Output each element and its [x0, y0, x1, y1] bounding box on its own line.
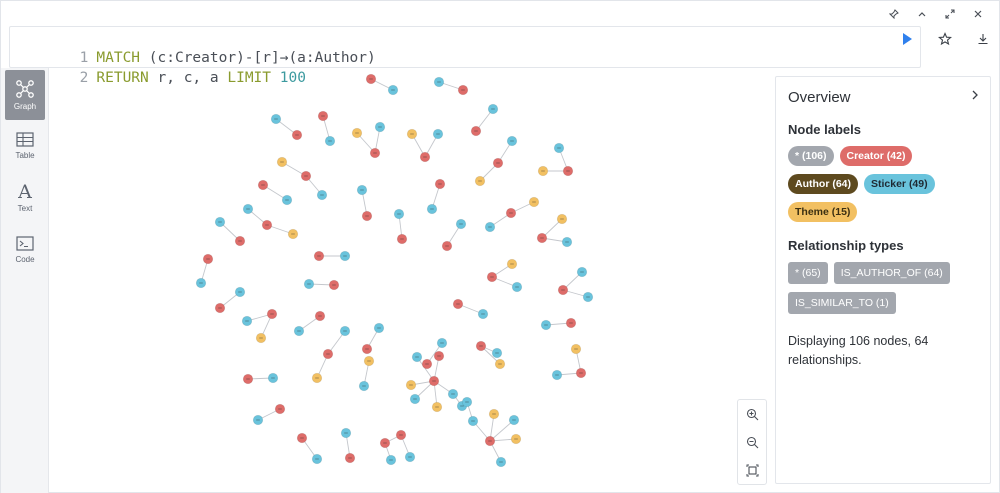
- table-icon: [16, 132, 34, 147]
- zoom-out-icon: [746, 436, 758, 448]
- relationship-type-is-author-of[interactable]: IS_AUTHOR_OF (64): [833, 262, 950, 284]
- chevron-right-icon: [972, 90, 978, 100]
- download-icon: [978, 34, 988, 45]
- collapse-panel-button[interactable]: [970, 87, 980, 105]
- nav-code-label: Code: [15, 255, 35, 264]
- editor-actions: [899, 31, 991, 47]
- nav-graph[interactable]: Graph: [5, 70, 45, 120]
- relationship-types-list: * (65) IS_AUTHOR_OF (64) IS_SIMILAR_TO (…: [788, 262, 978, 314]
- zoom-in-button[interactable]: [744, 406, 760, 422]
- text-icon: A: [18, 181, 32, 203]
- run-query-button[interactable]: [899, 31, 915, 47]
- code-line-1: 1 MATCH (c:Creator)-[r]→(a:Author): [10, 28, 376, 66]
- collapse-up-icon[interactable]: [915, 7, 929, 21]
- node-label-sticker[interactable]: Sticker (49): [864, 174, 935, 194]
- nav-text[interactable]: A Text: [1, 172, 49, 224]
- star-icon: [938, 32, 952, 46]
- node-labels-heading: Node labels: [788, 122, 861, 137]
- code-icon: [16, 236, 34, 251]
- overview-panel: Overview Node labels * (106) Creator (42…: [775, 76, 991, 484]
- code-line-2: 2 RETURN r, c, a LIMIT 100: [10, 48, 306, 86]
- window-controls: [887, 7, 985, 21]
- node-label-theme[interactable]: Theme (15): [788, 202, 858, 222]
- result-view-sidebar: Graph Table A Text Code: [1, 68, 49, 493]
- nav-table-label: Table: [15, 151, 35, 160]
- relationship-types-heading: Relationship types: [788, 238, 904, 253]
- nav-text-label: Text: [17, 204, 33, 213]
- close-icon[interactable]: [971, 7, 985, 21]
- query-editor[interactable]: 1 MATCH (c:Creator)-[r]→(a:Author) 2 RETUR…: [9, 26, 921, 86]
- fit-screen-icon: [746, 464, 758, 476]
- node-label-creator[interactable]: Creator (42): [839, 146, 913, 166]
- zoom-in-icon: [746, 408, 758, 420]
- zoom-controls: [737, 399, 767, 485]
- node-label-author[interactable]: Author (64): [788, 174, 858, 194]
- nav-graph-label: Graph: [13, 102, 37, 111]
- app-window: 1 MATCH (c:Creator)-[r]→(a:Author) 2 RETUR…: [0, 0, 1000, 493]
- panel-title: Overview: [788, 89, 851, 106]
- relationship-type-all[interactable]: * (65): [788, 262, 828, 284]
- nav-code[interactable]: Code: [1, 224, 49, 276]
- result-summary: Displaying 106 nodes, 64 relationships.: [788, 334, 929, 367]
- fullscreen-icon[interactable]: [943, 7, 957, 21]
- nav-table[interactable]: Table: [1, 120, 49, 172]
- favorite-button[interactable]: [937, 31, 953, 47]
- graph-icon: [16, 80, 34, 98]
- play-icon: [903, 33, 912, 45]
- node-labels-list: * (106) Creator (42) Author (64) Sticker…: [788, 146, 978, 222]
- zoom-out-button[interactable]: [744, 434, 760, 450]
- relationship-type-is-similar-to[interactable]: IS_SIMILAR_TO (1): [788, 292, 896, 314]
- fit-to-screen-button[interactable]: [744, 462, 760, 478]
- pin-icon[interactable]: [887, 7, 901, 21]
- download-button[interactable]: [975, 31, 991, 47]
- node-label-all[interactable]: * (106): [788, 146, 834, 166]
